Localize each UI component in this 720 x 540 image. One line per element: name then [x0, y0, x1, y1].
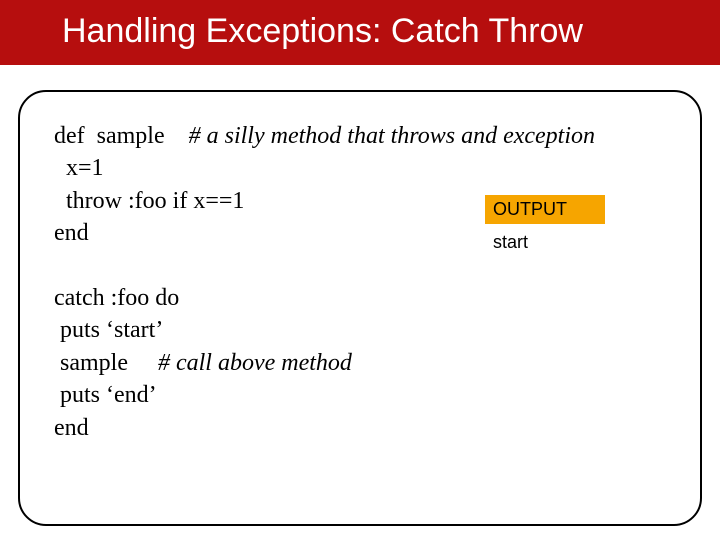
code-line: puts ‘start’ [54, 317, 163, 343]
slide: Handling Exceptions: Catch Throw def sam… [0, 0, 720, 540]
code-block-1: def sample # a silly method that throws … [54, 120, 680, 444]
code-line: sample [54, 350, 158, 376]
code-line: end [54, 220, 89, 246]
code-line: catch :foo do [54, 285, 179, 311]
code-comment: # a silly method that throws and excepti… [189, 123, 595, 149]
code-line: x=1 [54, 155, 104, 181]
title-bar: Handling Exceptions: Catch Throw [0, 0, 720, 65]
code-line: puts ‘end’ [54, 382, 157, 408]
output-value: start [485, 224, 605, 257]
code-comment: # call above method [158, 350, 352, 376]
output-label: OUTPUT [485, 195, 605, 224]
code-line: end [54, 415, 89, 441]
output-box: OUTPUT start [485, 195, 605, 257]
slide-body: def sample # a silly method that throws … [54, 120, 680, 444]
slide-title: Handling Exceptions: Catch Throw [62, 12, 583, 50]
code-line: def sample [54, 123, 189, 149]
code-line: throw :foo if x==1 [54, 188, 244, 214]
